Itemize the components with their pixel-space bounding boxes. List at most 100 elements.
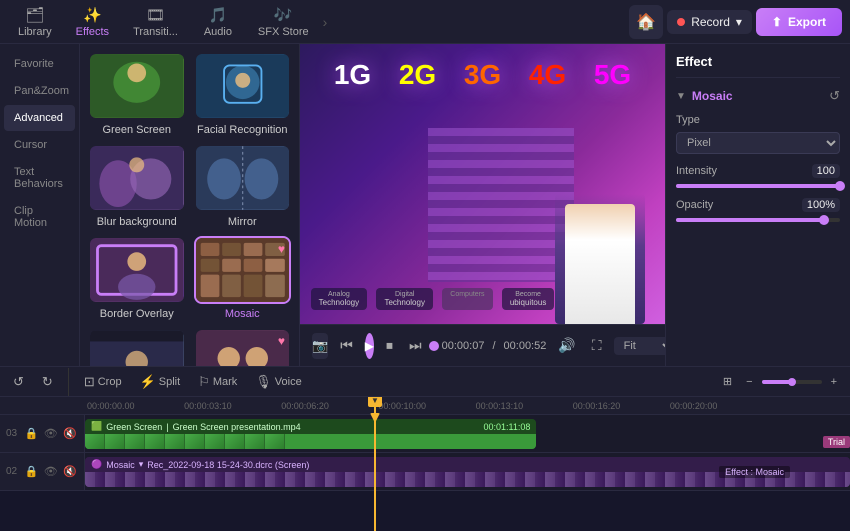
gs-frames [85, 434, 536, 449]
gs-frame-8 [225, 434, 245, 449]
playback-bar: 📷 ⏮ ▶ ⏹ ⏭ 00:00:07 / 00:00:52 🔊 ⛶ Fit Fi… [300, 324, 665, 366]
effect-facial[interactable]: ♥ Facial [194, 328, 292, 366]
redo-button[interactable]: ↻ [37, 371, 58, 393]
time-total: 00:00:52 [504, 340, 547, 352]
fit-select[interactable]: Fit Fill 100% [614, 337, 665, 355]
video-preview: 1G 2G 3G 4G 5G Analog [300, 44, 665, 324]
trial-badge: Trial [823, 436, 850, 448]
mosaic-thumb [196, 238, 290, 302]
tab-transitions[interactable]: 🎞 Transiti... [123, 2, 188, 42]
cat-cursor[interactable]: Cursor [4, 132, 75, 158]
cat-clip-motion[interactable]: Clip Motion [4, 198, 75, 236]
skip-back-button[interactable]: ⏮ [336, 335, 357, 356]
track-02-eye[interactable]: 👁 [43, 464, 58, 480]
mark-button[interactable]: ⚐ Mark [193, 371, 242, 393]
type-select[interactable]: Pixel Square Triangle [676, 132, 840, 154]
effect-mosaic[interactable]: ♥ Mosaic [194, 236, 292, 320]
presenter-figure [565, 204, 635, 324]
gs-clip[interactable]: 🟩 Green Screen | Green Screen presentati… [85, 419, 536, 449]
track-row-03: 03 🔒 👁 🔇 🟩 Green Screen | Green Screen p… [0, 415, 850, 453]
tab-audio[interactable]: 🎵 Audio [192, 2, 244, 42]
mosaic-filename: Rec_2022-09-18 15-24-30.dcrc (Screen) [147, 460, 309, 470]
effect-border-overlay[interactable]: Border Overlay [88, 236, 186, 320]
play-button[interactable]: ▶ [365, 333, 374, 359]
cat-favorite[interactable]: Favorite [4, 51, 75, 77]
transitions-icon: 🎞 [146, 6, 165, 24]
track-02-mute[interactable]: 🔇 [63, 464, 78, 480]
zoom-in-button[interactable]: + [826, 373, 842, 391]
cat-advanced[interactable]: Advanced [4, 105, 75, 131]
effect-facial-rec[interactable]: Facial Recognition [194, 52, 292, 136]
fullscreen-button[interactable]: ⛶ [588, 335, 606, 356]
gs-label: Green Screen [106, 422, 162, 432]
track-03-eye[interactable]: 👁 [43, 426, 58, 442]
effect-blur-bg[interactable]: Blur background [88, 144, 186, 228]
ruler-3: 00:00:10:00 [376, 401, 473, 411]
record-button[interactable]: Record ▾ [667, 10, 752, 34]
reset-button[interactable]: ↺ [829, 88, 840, 104]
intensity-thumb [835, 181, 845, 191]
zoom-out-button[interactable]: − [741, 373, 757, 391]
gs-clip-header: 🟩 Green Screen | Green Screen presentati… [85, 419, 536, 434]
track-02-num: 02 [6, 466, 20, 477]
ruler-1: 00:00:03:10 [182, 401, 279, 411]
effect-cinema-style[interactable]: Cinema style [88, 328, 186, 366]
timeline-ruler: 00:00:00.00 00:00:03:10 00:00:06:20 00:0… [0, 397, 850, 415]
redo-icon: ↻ [42, 374, 53, 390]
opacity-slider[interactable] [676, 218, 840, 222]
gs-frame-2 [105, 434, 125, 449]
blur-bg-label: Blur background [97, 216, 177, 228]
effect-mirror[interactable]: Mirror [194, 144, 292, 228]
tab-sfx[interactable]: 🎶 SFX Store [248, 2, 319, 42]
mirror-label: Mirror [228, 216, 257, 228]
gen-3g: 3G [464, 59, 501, 91]
export-button[interactable]: ⬆ Export [756, 8, 842, 36]
screenshot-button[interactable]: 📷 [312, 333, 328, 359]
type-label: Type [676, 114, 700, 126]
blur-bg-thumb [90, 146, 184, 210]
stop-button[interactable]: ⏹ [382, 335, 397, 356]
facial-heart: ♥ [278, 334, 285, 348]
intensity-slider[interactable] [676, 184, 840, 188]
undo-button[interactable]: ↺ [8, 371, 29, 393]
mosaic-icon: 🟣 [91, 459, 102, 470]
track-03-lock[interactable]: 🔒 [24, 426, 39, 442]
tab-effects[interactable]: ✨ Effects [66, 2, 119, 42]
green-screen-label: Green Screen [103, 124, 171, 136]
mark-label: Mark [213, 376, 237, 388]
border-overlay-thumb [90, 238, 184, 302]
tab-library[interactable]: 🗂 Library [8, 2, 62, 42]
cat-text-behaviors[interactable]: Text Behaviors [4, 159, 75, 197]
voice-button[interactable]: 🎙 Voice [250, 371, 306, 393]
cat-panzoom[interactable]: Pan&Zoom [4, 78, 75, 104]
track-02-controls: 02 🔒 👁 🔇 [0, 453, 85, 490]
mosaic-heart: ♥ [278, 242, 285, 256]
effect-section-header: ▼ Mosaic ↺ [676, 88, 840, 104]
skip-forward-button[interactable]: ⏭ [405, 335, 426, 356]
gs-frame-5 [165, 434, 185, 449]
effect-green-screen[interactable]: Green Screen [88, 52, 186, 136]
more-tabs-btn[interactable]: › [323, 14, 328, 30]
playhead[interactable]: ▼ [374, 397, 376, 531]
effect-section: ▼ Mosaic ↺ Type Pixel Square Triangle In… [676, 88, 840, 222]
record-chevron: ▾ [736, 15, 742, 29]
volume-button[interactable]: 🔊 [554, 335, 579, 356]
track-03-mute[interactable]: 🔇 [63, 426, 78, 442]
preview-area: 1G 2G 3G 4G 5G Analog [300, 44, 665, 324]
fit-timeline-button[interactable]: ⊞ [718, 372, 737, 391]
crop-button[interactable]: ⊡ Crop [79, 371, 127, 393]
gen-5g: 5G [594, 59, 631, 91]
mosaic-chevron: ▾ [139, 459, 144, 470]
timeline-content: 00:00:00.00 00:00:03:10 00:00:06:20 00:0… [0, 397, 850, 531]
upload-icon: ⬆ [772, 15, 782, 29]
mosaic-effect-badge: Effect : Mosaic [719, 466, 790, 478]
gs-frame-1 [85, 434, 105, 449]
track-02-lock[interactable]: 🔒 [24, 464, 39, 480]
split-button[interactable]: ⚡ Split [135, 371, 186, 393]
gen-1g: 1G [334, 59, 371, 91]
effect-panel-title: Effect [676, 54, 840, 78]
zoom-slider[interactable] [762, 380, 822, 384]
gen-4g: 4G [529, 59, 566, 91]
right-panel: Effect ▼ Mosaic ↺ Type Pixel Square Tria… [665, 44, 850, 366]
home-button[interactable]: 🏠 [629, 5, 663, 39]
